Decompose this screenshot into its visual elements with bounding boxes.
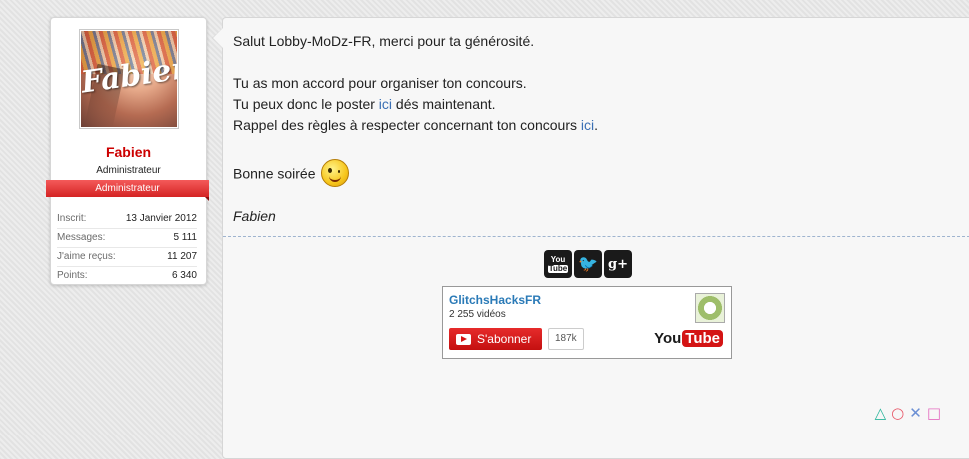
video-count: 2 255 vidéos	[449, 309, 506, 320]
stat-label: Messages:	[57, 232, 106, 243]
social-links: You Tube 🐦 g+	[544, 250, 632, 278]
stat-value[interactable]: 5 111	[173, 229, 197, 247]
message-text: dés maintenant.	[392, 96, 496, 112]
message-post: Salut Lobby-MoDz-FR, merci pour ta génér…	[212, 17, 969, 459]
stat-label: Inscrit:	[57, 213, 87, 224]
message-text: .	[594, 117, 598, 133]
stat-value: 11 207	[167, 251, 197, 262]
stat-value: 13 Janvier 2012	[125, 213, 197, 224]
youtube-icon[interactable]: You Tube	[544, 250, 572, 278]
channel-logo-icon[interactable]	[695, 293, 725, 323]
google-plus-icon[interactable]: g+	[604, 250, 632, 278]
post-here-link[interactable]: ici	[379, 96, 392, 112]
circle-icon: ○	[891, 404, 905, 422]
message-text: Tu peux donc le poster	[233, 96, 379, 112]
message-closing: Bonne soirée	[233, 165, 316, 182]
avatar-signature-text: Fabien	[81, 50, 177, 101]
stat-row-likes: J'aime reçus: 11 207	[57, 248, 197, 267]
stat-label: Points:	[57, 270, 88, 281]
username-link[interactable]: Fabien	[51, 144, 206, 160]
wink-smiley-icon	[321, 159, 350, 187]
message-arrow-inner	[213, 28, 223, 48]
youtube-logo-tube: Tube	[682, 330, 723, 347]
playstation-symbols: △ ○ ✕ □	[875, 405, 941, 421]
square-icon: □	[926, 404, 941, 422]
message-line-accord: Tu as mon accord pour organiser ton conc…	[233, 75, 527, 91]
avatar-image: Fabien	[81, 31, 177, 127]
stat-row-messages: Messages: 5 111	[57, 229, 197, 248]
message-signature: Fabien	[233, 208, 276, 224]
youtube-icon-you: You	[550, 254, 566, 264]
subscribe-label: S'abonner	[477, 332, 532, 346]
play-icon	[456, 333, 471, 345]
google-plus-glyph: g+	[608, 256, 628, 272]
cross-icon: ✕	[909, 404, 922, 422]
message-closing-line: Bonne soirée	[233, 159, 953, 189]
user-stats: Inscrit: 13 Janvier 2012 Messages: 5 111…	[57, 210, 197, 285]
youtube-icon-tube: Tube	[547, 263, 569, 273]
stat-row-joined: Inscrit: 13 Janvier 2012	[57, 210, 197, 229]
twitter-icon[interactable]: 🐦	[574, 250, 602, 278]
message-greeting: Salut Lobby-MoDz-FR, merci pour ta génér…	[233, 33, 535, 49]
message-body: Salut Lobby-MoDz-FR, merci pour ta génér…	[233, 31, 953, 227]
stat-row-points: Points: 6 340	[57, 267, 197, 285]
twitter-glyph: 🐦	[578, 256, 598, 273]
youtube-logo-you: You	[654, 330, 682, 347]
rules-link[interactable]: ici	[581, 117, 594, 133]
youtube-logo[interactable]: You Tube	[654, 330, 723, 347]
subscriber-count: 187k	[548, 328, 584, 350]
message-text: Rappel des règles à respecter concernant…	[233, 117, 581, 133]
message-line-post: Tu peux donc le poster ici dés maintenan…	[233, 94, 953, 115]
youtube-subscribe-widget: GlitchsHacksFR 2 255 vidéos S'abonner 18…	[442, 286, 732, 359]
triangle-icon: △	[874, 404, 887, 422]
user-card: Fabien Fabien Administrateur Administrat…	[46, 17, 209, 285]
stat-value[interactable]: 6 340	[172, 267, 197, 285]
message-line-rules: Rappel des règles à respecter concernant…	[233, 115, 953, 136]
user-title: Administrateur	[96, 165, 161, 176]
user-role-banner: Administrateur	[46, 180, 209, 201]
channel-name-link[interactable]: GlitchsHacksFR	[449, 293, 541, 307]
stat-label: J'aime reçus:	[57, 251, 116, 262]
subscribe-button[interactable]: S'abonner	[449, 328, 542, 350]
signature-divider	[223, 236, 969, 237]
avatar[interactable]: Fabien	[79, 29, 179, 129]
